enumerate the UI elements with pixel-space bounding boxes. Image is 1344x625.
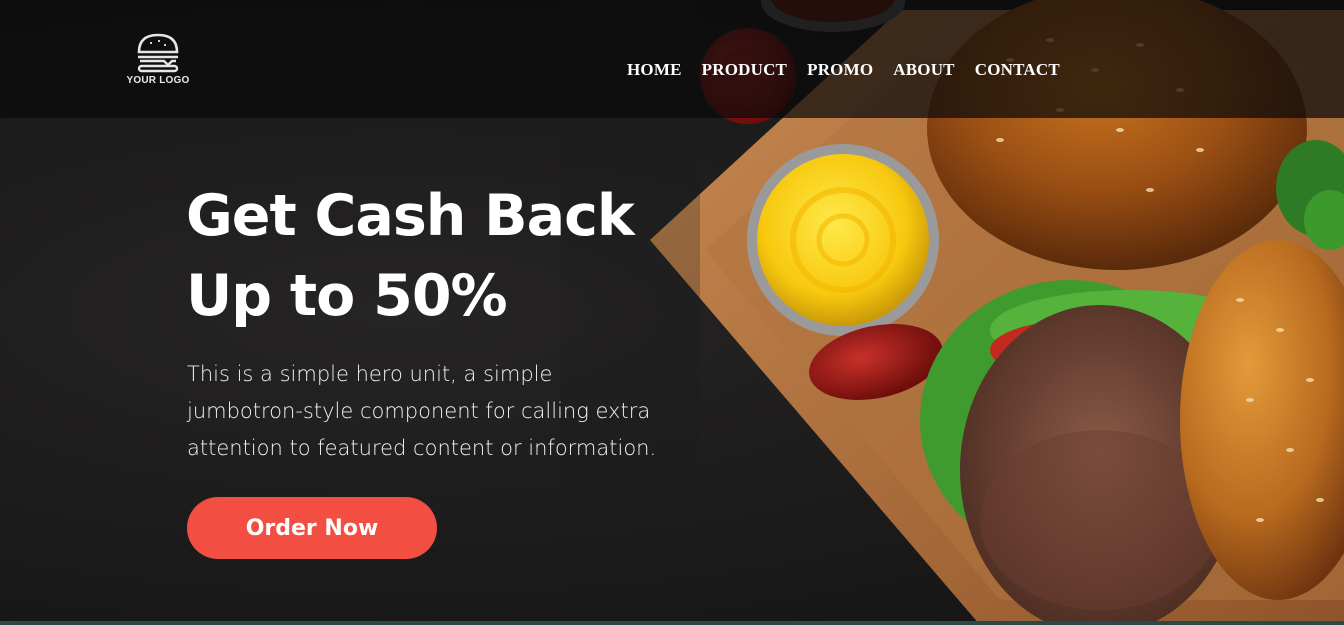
nav-item-product[interactable]: PRODUCT: [702, 60, 787, 80]
nav-item-home[interactable]: HOME: [627, 60, 682, 80]
navbar: YOUR LOGO HOME PRODUCT PROMO ABOUT CONTA…: [0, 0, 1344, 118]
logo-text: YOUR LOGO: [126, 75, 190, 86]
hero-section: YOUR LOGO HOME PRODUCT PROMO ABOUT CONTA…: [0, 0, 1344, 625]
hero-lead-text: This is a simple hero unit, a simple jum…: [187, 362, 657, 460]
hero-headline: Get Cash Back Up to 50%: [186, 176, 666, 336]
bottom-edge-bar: [0, 621, 1344, 625]
hero-headline-line2: Up to 50%: [186, 263, 508, 329]
nav-item-about[interactable]: ABOUT: [893, 60, 954, 80]
nav-item-promo[interactable]: PROMO: [807, 60, 873, 80]
main-nav: HOME PRODUCT PROMO ABOUT CONTACT: [627, 60, 1060, 80]
order-now-button[interactable]: Order Now: [187, 497, 437, 559]
hero-headline-line1: Get Cash Back: [186, 183, 635, 249]
logo[interactable]: YOUR LOGO: [124, 32, 194, 92]
burger-logo-icon: [137, 33, 179, 73]
nav-item-contact[interactable]: CONTACT: [975, 60, 1060, 80]
